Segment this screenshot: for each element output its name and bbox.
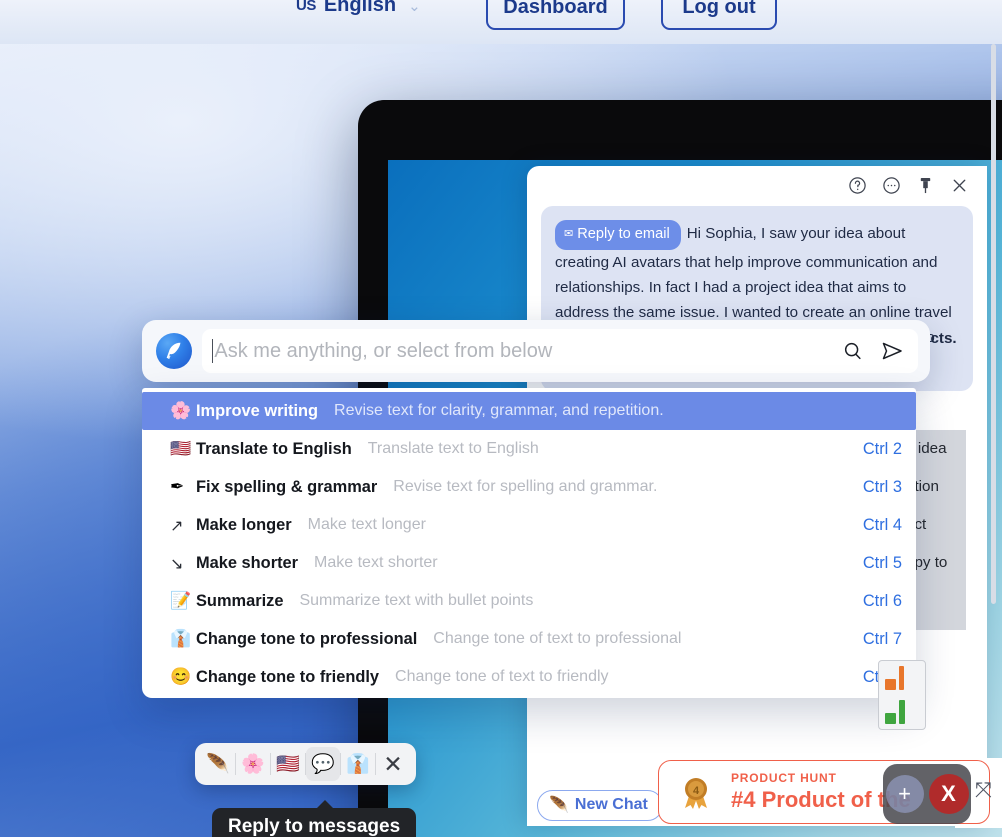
command-description: Revise text for clarity, grammar, and re… (334, 402, 664, 419)
command-description: Make text shorter (314, 554, 438, 571)
command-shortcut: Ctrl 2 (862, 439, 902, 458)
reply-to-email-chip: ✉ Reply to email (555, 220, 681, 250)
us-flag-icon: US (296, 0, 316, 14)
toolbar-us-flag-button[interactable]: 🇺🇸 (271, 747, 305, 781)
arrow-down-right-icon: ↘ (170, 553, 184, 573)
command-row[interactable]: 😊 Change tone to friendly Change tone of t… (142, 658, 916, 696)
orange-bar (885, 679, 896, 690)
command-description: Revise text for spelling and grammar. (393, 478, 658, 495)
blossom-icon: 🌸 (170, 401, 192, 420)
toolbar-close-icon[interactable]: ✕ (376, 747, 410, 781)
command-shortcut: Ctrl 6 (862, 591, 902, 610)
command-row[interactable]: ✒ Fix spelling & grammar Revise text for s… (142, 468, 916, 506)
necktie-icon: 👔 (170, 629, 192, 648)
search-input-wrapper[interactable]: Ask me anything, or select from below (202, 329, 918, 373)
orange-tall-bar (899, 666, 904, 690)
command-row[interactable]: ↘ Make shorter Make text shorter Ctrl 5 (142, 544, 916, 582)
language-label: English (323, 0, 397, 16)
svg-text:4: 4 (693, 785, 700, 797)
command-row[interactable]: 📝 Summarize Summarize text with bullet poi… (142, 582, 916, 620)
command-label: Make longer (196, 515, 292, 534)
new-chat-button[interactable]: 🪶 New Chat (537, 789, 663, 821)
command-shortcut: Ctrl 5 (862, 553, 902, 572)
search-icon[interactable] (842, 340, 864, 362)
command-label: Make shorter (196, 553, 299, 572)
command-row[interactable]: ↗ Make longer Make text longer Ctrl 4 (142, 506, 916, 544)
command-description: Change tone of text to professional (433, 630, 682, 647)
medal-icon: 4 (675, 771, 717, 813)
toolbar-blossom-button[interactable]: 🌸 (236, 747, 270, 781)
command-shortcut: Ctrl 3 (862, 477, 902, 496)
screenshot-root: ✉ Reply to email Hi Sophia, I saw your ide… (0, 0, 1002, 837)
logout-button[interactable]: Log out (661, 0, 777, 30)
command-shortcut: Ctrl 7 (862, 629, 902, 648)
dashboard-button[interactable]: Dashboard (486, 0, 625, 30)
widget-bars-row (879, 661, 925, 695)
comment-icon[interactable] (881, 175, 901, 195)
add-button[interactable]: + (885, 775, 924, 813)
floating-mini-widget[interactable] (878, 660, 926, 730)
close-button[interactable]: X (928, 774, 969, 814)
command-label: Fix spelling & grammar (196, 477, 378, 496)
command-label: Summarize (196, 591, 284, 610)
command-description: Change tone of text to friendly (395, 668, 609, 685)
us-flag-icon: 🇺🇸 (170, 439, 192, 458)
search-actions (842, 339, 904, 363)
chat-scrollbar[interactable] (991, 44, 996, 604)
help-icon[interactable] (847, 175, 867, 195)
resize-glyph-icon: ⤧ (975, 778, 992, 802)
command-description: Translate text to English (367, 440, 539, 457)
chat-titlebar (847, 166, 987, 204)
floating-mini-toolbar: 🪶 🌸 🇺🇸 💬 👔 ✕ (195, 743, 416, 785)
chevron-down-icon: ⌄ (408, 0, 421, 15)
pen-icon: ✒ (170, 477, 185, 496)
toolbar-necktie-button[interactable]: 👔 (341, 747, 375, 781)
feather-logo-icon (156, 333, 192, 369)
floating-action-pill: + X (883, 764, 971, 824)
command-label: Improve writing (196, 401, 319, 420)
command-label: Translate to English (196, 439, 352, 458)
chip-label: Reply to email (577, 226, 670, 242)
command-label: Change tone to friendly (196, 667, 380, 686)
command-row[interactable]: 🇺🇸 Translate to English Translate text to … (142, 430, 916, 468)
toolbar-tooltip: Reply to messages (212, 800, 417, 837)
command-shortcut: Ctrl 4 (862, 515, 902, 534)
send-icon[interactable] (880, 339, 904, 363)
search-input[interactable]: Ask me anything, or select from below (214, 340, 842, 363)
widget-bars-row (879, 695, 925, 729)
smiley-icon: 😊 (170, 667, 192, 686)
text-caret (212, 339, 214, 363)
arrow-up-right-icon: ↗ (170, 515, 184, 535)
memo-icon: 📝 (170, 591, 192, 610)
envelope-icon: ✉ (564, 228, 574, 240)
command-row[interactable]: 🌸 Improve writing Revise text for clarity,… (142, 392, 916, 430)
command-label: Change tone to professional (196, 629, 418, 648)
language-selector[interactable]: US English ⌄ (296, 0, 421, 17)
site-header: US English ⌄ Dashboard Log out (0, 0, 1002, 44)
green-bar (885, 713, 896, 724)
toolbar-speech-bubble-button[interactable]: 💬 (306, 747, 340, 781)
command-description: Summarize text with bullet points (299, 592, 534, 609)
command-palette-list: 🌸 Improve writing Revise text for clarity,… (142, 388, 916, 698)
pin-icon[interactable] (915, 175, 935, 195)
command-palette-search-bar: Ask me anything, or select from below (142, 320, 930, 382)
green-tall-bar (899, 700, 905, 724)
broom-icon: 🪶 (549, 796, 569, 814)
command-description: Make text longer (307, 516, 426, 533)
new-chat-label: New Chat (574, 795, 648, 813)
command-row[interactable]: 👔 Change tone to professional Change tone … (142, 620, 916, 658)
toolbar-feather-button[interactable]: 🪶 (201, 747, 235, 781)
close-icon[interactable] (949, 175, 969, 195)
